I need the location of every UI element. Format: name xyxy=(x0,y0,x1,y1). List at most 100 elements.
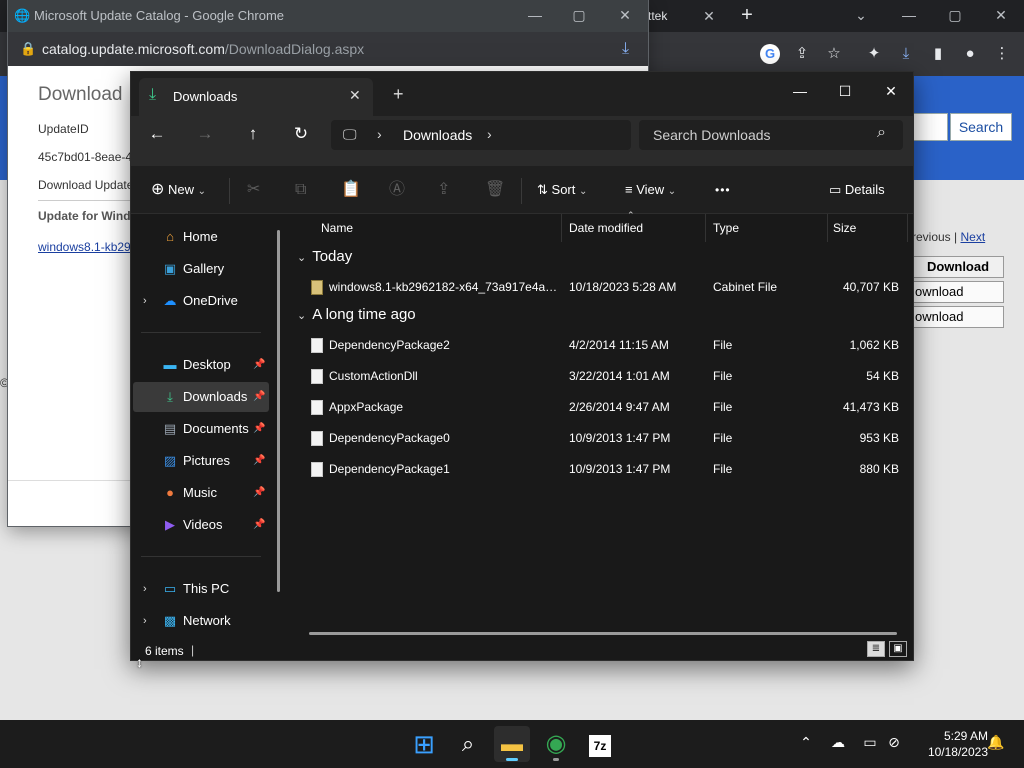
popup-address-bar[interactable]: 🔒 catalog.update.microsoft.com/DownloadD… xyxy=(8,32,648,66)
up-arrow-icon[interactable]: ↑ xyxy=(241,122,265,146)
nav-item-this-pc[interactable]: › ▭ This PC xyxy=(133,574,269,604)
profile-icon[interactable]: ● xyxy=(960,44,980,64)
popup-maximize-icon[interactable]: ▢ xyxy=(568,4,590,26)
delete-icon[interactable]: 🗑 xyxy=(485,178,505,202)
onedrive-tray-icon[interactable]: ☁ xyxy=(828,734,848,751)
view-button[interactable]: ≡ View ⌄ xyxy=(625,178,676,202)
downloads-icon[interactable]: ⤓ xyxy=(896,44,916,64)
pager-previous[interactable]: revious xyxy=(912,230,951,244)
nav-item-downloads[interactable]: ⤓ Downloads 📌 xyxy=(133,382,269,412)
popup-minimize-icon[interactable]: — xyxy=(524,4,546,26)
nav-pane-scrollbar[interactable] xyxy=(277,230,280,592)
chrome-new-tab-icon[interactable]: + xyxy=(736,4,758,26)
column-separator[interactable] xyxy=(907,214,908,242)
display-tray-icon[interactable]: ▭ xyxy=(860,734,880,751)
file-row[interactable]: CustomActionDll 3/22/2014 1:01 AM File 5… xyxy=(297,363,909,389)
catalog-search-button[interactable]: Search xyxy=(950,113,1012,141)
file-explorer-taskbar-button[interactable]: ▬ xyxy=(494,726,530,762)
file-row[interactable]: DependencyPackage0 10/9/2013 1:47 PM Fil… xyxy=(297,425,909,451)
more-options-icon[interactable]: ••• xyxy=(715,178,731,202)
column-header-date-modified[interactable]: Date modified xyxy=(569,214,643,242)
explorer-new-tab-icon[interactable]: + xyxy=(393,84,404,105)
chrome-tab-partial[interactable]: ttek xyxy=(648,0,667,32)
popup-close-icon[interactable]: ✕ xyxy=(614,4,636,26)
google-lens-icon[interactable]: G xyxy=(760,44,780,64)
download-button-2[interactable]: ownload xyxy=(912,306,1004,328)
expand-chevron-icon[interactable]: › xyxy=(143,286,147,316)
search-downloads-input[interactable]: Search Downloads ⌕ xyxy=(639,120,903,150)
rename-icon[interactable]: Ⓐ xyxy=(389,178,405,202)
details-view-icon[interactable]: ≣ xyxy=(867,641,885,657)
breadcrumb-chevron-end-icon[interactable]: › xyxy=(487,126,492,142)
extensions-icon[interactable]: ✦ xyxy=(864,44,884,64)
forward-arrow-icon[interactable]: → xyxy=(193,122,217,146)
chrome-close-icon[interactable]: ✕ xyxy=(990,4,1012,26)
pager-next-link[interactable]: Next xyxy=(960,230,985,244)
chrome-minimize-icon[interactable]: — xyxy=(898,4,920,26)
horizontal-scrollbar[interactable] xyxy=(309,632,897,635)
column-separator[interactable] xyxy=(561,214,562,242)
explorer-tab-close-icon[interactable]: ✕ xyxy=(349,87,361,104)
tray-overflow-icon[interactable]: ⌃ xyxy=(796,734,816,751)
download-file-link[interactable]: windows8.1-kb29 xyxy=(38,240,131,254)
file-row[interactable]: windows8.1-kb2962182-x64_73a917e4aea... … xyxy=(297,274,909,300)
file-row[interactable]: DependencyPackage1 10/9/2013 1:47 PM Fil… xyxy=(297,456,909,482)
chrome-tab-search-icon[interactable]: ⌄ xyxy=(850,4,872,26)
group-collapse-icon[interactable]: ⌄ xyxy=(297,310,306,322)
this-pc-monitor-icon[interactable]: 🖵 xyxy=(343,126,357,143)
nav-item-gallery[interactable]: ▣ Gallery xyxy=(133,254,269,284)
notifications-icon[interactable]: 🔔 xyxy=(986,734,1006,751)
chrome-tab-close-icon[interactable]: ✕ xyxy=(698,5,720,27)
nav-item-onedrive[interactable]: › ☁ OneDrive xyxy=(133,286,269,316)
sort-button[interactable]: ⇅ Sort ⌄ xyxy=(537,178,587,202)
breadcrumb-downloads[interactable]: Downloads xyxy=(403,127,472,143)
new-button[interactable]: ⊕ New ⌄ xyxy=(151,178,206,202)
popup-download-icon[interactable]: ⤓ xyxy=(622,32,629,66)
paste-icon[interactable]: 📋 xyxy=(341,178,361,202)
sevenzip-taskbar-button[interactable]: 7z xyxy=(582,726,618,762)
file-row[interactable]: DependencyPackage2 4/2/2014 11:15 AM Fil… xyxy=(297,332,909,358)
nav-item-documents[interactable]: ▤ Documents 📌 xyxy=(133,414,269,444)
explorer-close-icon[interactable]: ✕ xyxy=(876,78,906,104)
refresh-icon[interactable]: ↻ xyxy=(289,122,313,146)
cut-icon[interactable]: ✂ xyxy=(247,178,260,202)
explorer-tab-downloads[interactable]: ⤓ Downloads ✕ xyxy=(139,78,373,116)
expand-chevron-icon[interactable]: › xyxy=(143,606,147,636)
expand-chevron-icon[interactable]: › xyxy=(143,574,147,604)
nav-item-videos[interactable]: ▶ Videos 📌 xyxy=(133,510,269,540)
nav-item-pictures[interactable]: ▨ Pictures 📌 xyxy=(133,446,269,476)
nav-item-desktop[interactable]: ▬ Desktop 📌 xyxy=(133,350,269,380)
bookmark-star-icon[interactable]: ☆ xyxy=(824,44,844,64)
column-header-name[interactable]: Name xyxy=(321,214,353,242)
chrome-taskbar-button[interactable]: ◉ xyxy=(538,726,574,762)
address-bar[interactable]: 🖵 › Downloads › xyxy=(331,120,631,150)
chrome-menu-icon[interactable]: ⋮ xyxy=(992,44,1012,64)
breadcrumb-chevron-icon[interactable]: › xyxy=(377,126,382,142)
explorer-minimize-icon[interactable]: — xyxy=(785,78,815,104)
network-status-icon[interactable]: ⊘ xyxy=(884,734,904,751)
start-icon[interactable]: ⊞ xyxy=(406,726,442,762)
nav-item-network[interactable]: › ▩ Network xyxy=(133,606,269,636)
explorer-maximize-icon[interactable]: ☐ xyxy=(830,78,860,104)
nav-item-music[interactable]: ● Music 📌 xyxy=(133,478,269,508)
tiles-view-icon[interactable]: ▣ xyxy=(889,641,907,657)
column-separator[interactable] xyxy=(827,214,828,242)
nav-item-home[interactable]: ⌂ Home xyxy=(133,222,269,252)
download-button-1[interactable]: ownload xyxy=(912,281,1004,303)
search-icon[interactable]: ⌕ xyxy=(450,726,486,762)
search-icon[interactable]: ⌕ xyxy=(877,124,886,142)
column-header-type[interactable]: Type xyxy=(713,214,739,242)
group-header-long-ago[interactable]: ⌄ A long time ago xyxy=(297,306,416,323)
share-icon[interactable]: ⇪ xyxy=(437,178,450,202)
details-button[interactable]: ▭ Details xyxy=(829,178,885,202)
column-header-size[interactable]: Size xyxy=(833,214,856,242)
group-header-today[interactable]: ⌄ Today xyxy=(297,248,352,265)
copy-icon[interactable]: ⧉ xyxy=(295,178,306,202)
chrome-maximize-icon[interactable]: ▢ xyxy=(944,4,966,26)
group-collapse-icon[interactable]: ⌄ xyxy=(297,252,306,264)
column-separator[interactable] xyxy=(705,214,706,242)
side-panel-icon[interactable]: ▮ xyxy=(928,44,948,64)
clock[interactable]: 5:29 AM 10/18/2023 xyxy=(912,728,988,760)
back-arrow-icon[interactable]: ← xyxy=(145,122,169,146)
file-row[interactable]: AppxPackage 2/26/2014 9:47 AM File 41,47… xyxy=(297,394,909,420)
